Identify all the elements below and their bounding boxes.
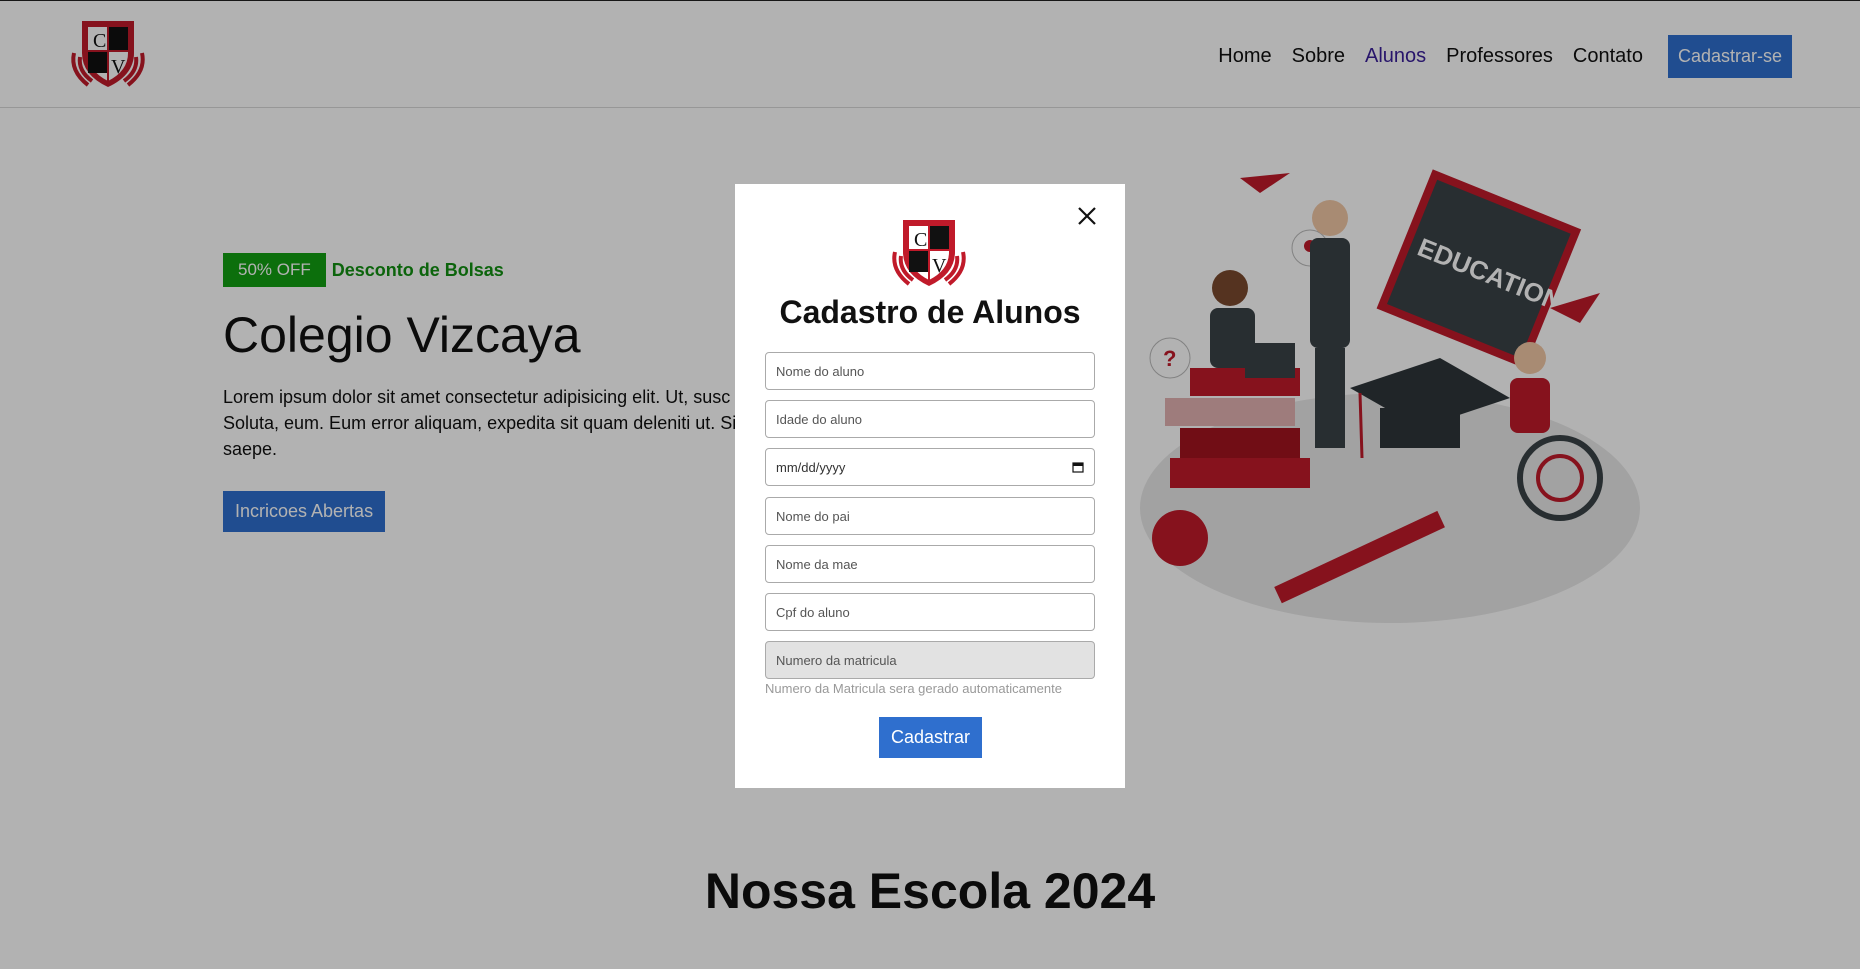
date-format-text: mm/dd/yyyy xyxy=(776,459,846,475)
modal-logo-letter-c: C xyxy=(914,229,927,251)
cpf-input[interactable] xyxy=(765,593,1095,631)
mother-name-input[interactable] xyxy=(765,545,1095,583)
father-name-input[interactable] xyxy=(765,497,1095,535)
modal-logo-letter-v: V xyxy=(932,255,947,277)
registration-hint: Numero da Matricula sera gerado automati… xyxy=(765,681,1062,696)
modal-crest-logo: C V xyxy=(892,220,966,286)
student-registration-modal: C V Cadastro de Alunos mm/dd/yyyy Numero… xyxy=(735,184,1125,788)
birthdate-input[interactable]: mm/dd/yyyy xyxy=(765,448,1095,486)
register-submit-button[interactable]: Cadastrar xyxy=(879,717,983,758)
modal-title: Cadastro de Alunos xyxy=(779,294,1081,330)
student-name-input[interactable] xyxy=(765,352,1095,390)
registration-number-input xyxy=(765,641,1095,679)
close-icon[interactable] xyxy=(1075,204,1099,228)
student-age-input[interactable] xyxy=(765,400,1095,438)
calendar-icon[interactable] xyxy=(1072,461,1084,473)
